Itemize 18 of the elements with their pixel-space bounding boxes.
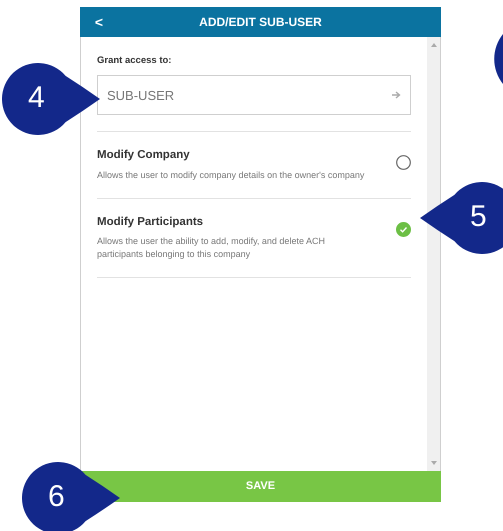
sub-user-field[interactable]: SUB-USER [97,75,411,116]
callout-number: 6 [48,479,65,515]
page-title: ADD/EDIT SUB-USER [198,14,323,31]
field-label: Grant access to: [97,54,172,68]
permission-description: Allows the user the ability to add, modify, and delete ACH participants belonging to this company [97,234,326,261]
permission-description: Allows the user to modify company details on the owner's company [97,168,366,182]
back-button[interactable]: < [92,12,106,32]
scrollbar[interactable] [427,37,441,471]
arrow-right-icon [392,91,401,100]
scroll-up-icon[interactable] [430,43,436,47]
step-callout-tooltip [493,34,503,84]
callout-number: 5 [470,199,487,235]
callout-number: 4 [28,80,45,116]
permission-title: Modify Participants [97,214,204,230]
permission-title: Modify Company [97,148,191,164]
scroll-down-icon[interactable] [430,461,436,465]
unchecked-checkbox[interactable] [396,155,411,170]
checked-checkbox[interactable] [396,222,411,236]
